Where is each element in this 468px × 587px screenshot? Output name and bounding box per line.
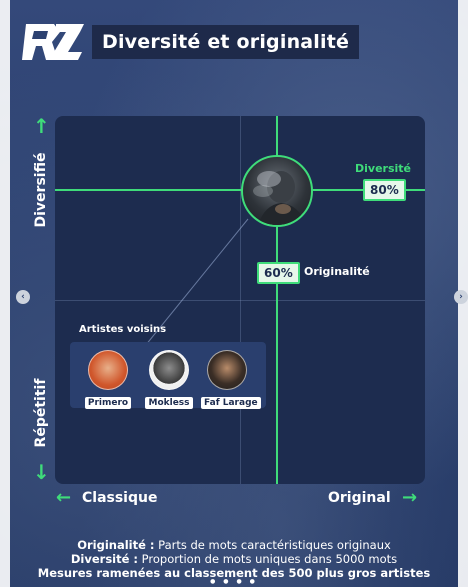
frame-edge-left (0, 0, 10, 587)
previous-slide-button[interactable]: ‹ (16, 290, 30, 304)
neighbor-item-mokless[interactable]: Mokless (143, 350, 195, 409)
arrow-down-icon: ↓ (33, 460, 50, 484)
footer-line-originality: Originalité : Parts de mots caractéristi… (0, 538, 468, 552)
neighbor-name: Mokless (145, 397, 193, 409)
arrow-up-icon: ↑ (33, 114, 50, 138)
page-title: Diversité et originalité (102, 31, 350, 53)
footer-originality-term: Originalité : (77, 538, 155, 552)
neighbor-name: Faf Larage (201, 397, 261, 409)
diversity-value-badge: 80% (363, 179, 406, 201)
neighbor-item-primero[interactable]: Primero (82, 350, 134, 409)
x-axis-left-label: Classique (82, 490, 158, 506)
page-title-box: Diversité et originalité (92, 25, 360, 59)
footer-originality-text: Parts de mots caractéristiques originaux (154, 538, 391, 552)
footer-line-diversity: Diversité : Proportion de mots uniques d… (0, 552, 468, 566)
y-axis-bottom-label: Répétitif (33, 378, 49, 448)
next-slide-button[interactable]: › (454, 290, 468, 304)
footer-diversity-text: Proportion de mots uniques dans 5000 mot… (138, 552, 398, 566)
diversity-annotation-label: Diversité (355, 162, 411, 175)
footer-legend: Originalité : Parts de mots caractéristi… (0, 538, 468, 580)
originality-value-badge: 60% (257, 262, 300, 284)
avatar (88, 350, 128, 390)
neighbor-name: Primero (84, 397, 132, 409)
x-axis-right-label: Original (328, 490, 391, 506)
neighbors-title: Artistes voisins (79, 324, 167, 335)
rz-logo (22, 24, 84, 60)
y-axis-top-label: Diversifié (33, 152, 49, 228)
artist-point-avatar[interactable] (241, 155, 313, 227)
neighbor-item-faf-larage[interactable]: Faf Larage (201, 350, 261, 409)
avatar (149, 350, 189, 390)
arrow-left-icon: ← (56, 487, 72, 508)
originality-annotation-label: Originalité (304, 265, 370, 278)
arrow-right-icon: → (402, 487, 418, 508)
footer-diversity-term: Diversité : (70, 552, 139, 566)
pagination-dots: ● ● ● ● (210, 578, 258, 585)
avatar (207, 350, 247, 390)
